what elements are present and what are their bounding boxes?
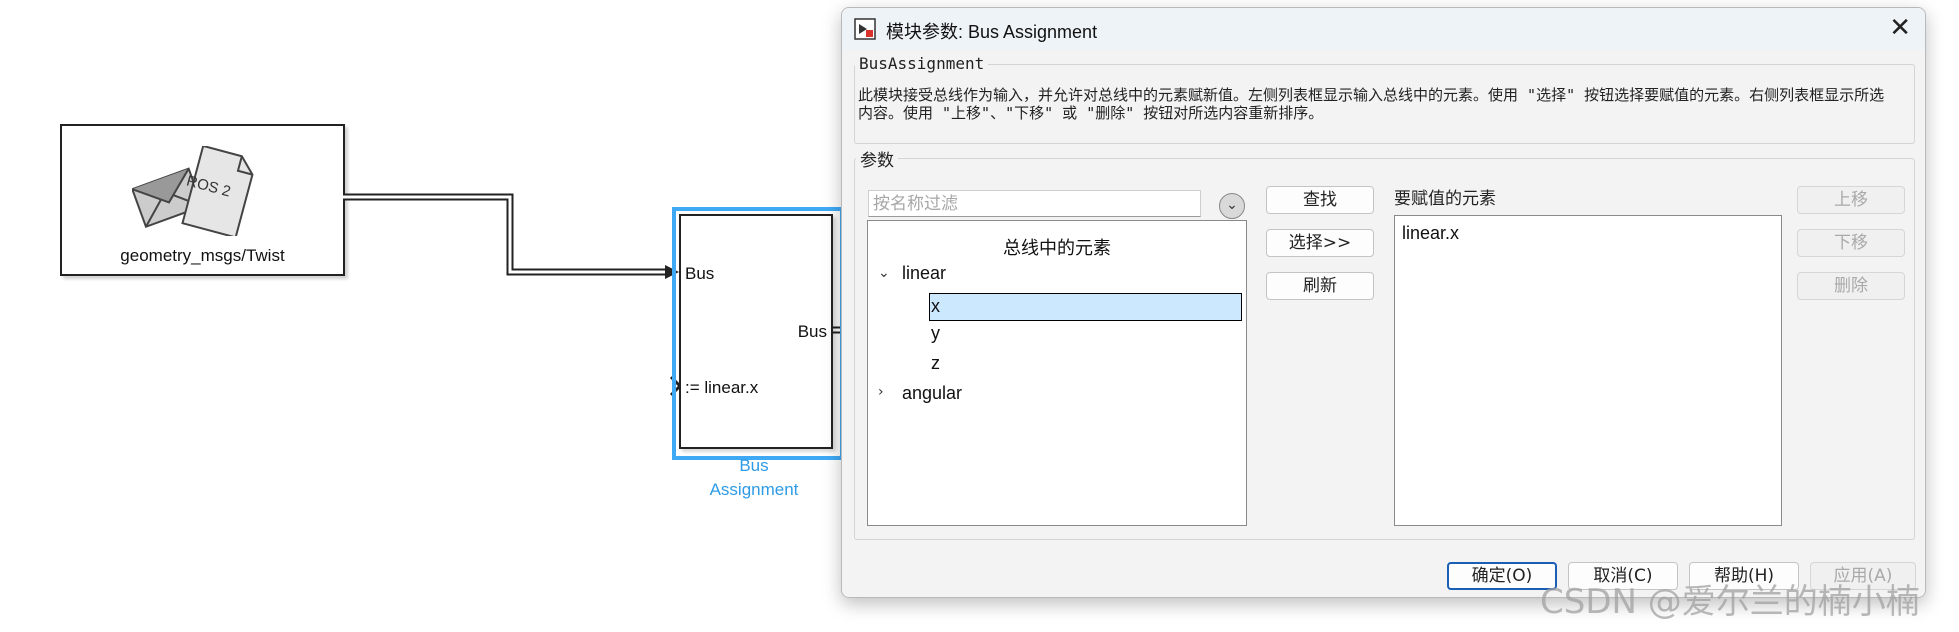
simulink-block-icon bbox=[854, 18, 876, 40]
close-icon[interactable]: ✕ bbox=[1889, 13, 1911, 43]
move-up-button[interactable]: 上移 bbox=[1797, 186, 1905, 214]
bus-assignment-caption[interactable]: Bus Assignment bbox=[686, 454, 822, 502]
assign-in-port-label: := linear.x bbox=[685, 378, 759, 397]
bus-elements-header: 总线中的元素 bbox=[1003, 238, 1111, 259]
filter-options-icon[interactable]: ⌄ bbox=[1219, 193, 1245, 219]
caption-line-1: Bus bbox=[739, 456, 769, 475]
group-name: BusAssignment bbox=[855, 54, 989, 73]
expand-chevron-down-icon[interactable]: ⌄ bbox=[878, 265, 890, 281]
move-down-button[interactable]: 下移 bbox=[1797, 229, 1905, 257]
bus-out-port-label: Bus bbox=[797, 322, 827, 341]
delete-button[interactable]: 删除 bbox=[1797, 272, 1905, 300]
bus-in-port-label: Bus bbox=[685, 264, 715, 283]
tree-item-z[interactable]: z bbox=[931, 353, 940, 374]
assigned-elements-listbox[interactable]: linear.x bbox=[1394, 215, 1782, 526]
caption-line-2: Assignment bbox=[709, 480, 799, 499]
tree-item-angular[interactable]: angular bbox=[902, 383, 962, 404]
tree-item-linear[interactable]: linear bbox=[902, 263, 946, 284]
find-button[interactable]: 查找 bbox=[1266, 186, 1374, 214]
tree-item-x-selected[interactable]: x bbox=[929, 293, 1242, 321]
dialog-title: 模块参数: Bus Assignment bbox=[886, 22, 1098, 42]
block-parameters-dialog: 模块参数: Bus Assignment ✕ BusAssignment 此模块… bbox=[841, 7, 1926, 598]
select-button[interactable]: 选择>> bbox=[1266, 229, 1374, 257]
assigned-elements-label: 要赋值的元素 bbox=[1394, 189, 1496, 209]
tree-item-x-label: x bbox=[931, 296, 940, 316]
dialog-titlebar[interactable]: 模块参数: Bus Assignment ✕ bbox=[842, 8, 1925, 50]
expand-chevron-right-icon[interactable]: › bbox=[878, 384, 884, 400]
csdn-watermark: CSDN @爱尔兰的楠小楠 bbox=[1540, 582, 1920, 622]
bus-assignment-block[interactable]: Bus := linear.x Bus bbox=[679, 214, 833, 449]
block-description: 此模块接受总线作为输入，并允许对总线中的元素赋新值。左侧列表框显示输入总线中的元… bbox=[858, 86, 1885, 122]
assigned-item-linear-x[interactable]: linear.x bbox=[1402, 223, 1459, 244]
tree-item-y[interactable]: y bbox=[931, 323, 940, 344]
refresh-button[interactable]: 刷新 bbox=[1266, 272, 1374, 300]
filter-by-name-input[interactable]: 按名称过滤 bbox=[868, 190, 1201, 217]
parameters-label: 参数 bbox=[856, 146, 898, 171]
bus-elements-listbox[interactable]: 总线中的元素 ⌄ linear x y z › angular bbox=[867, 220, 1247, 526]
